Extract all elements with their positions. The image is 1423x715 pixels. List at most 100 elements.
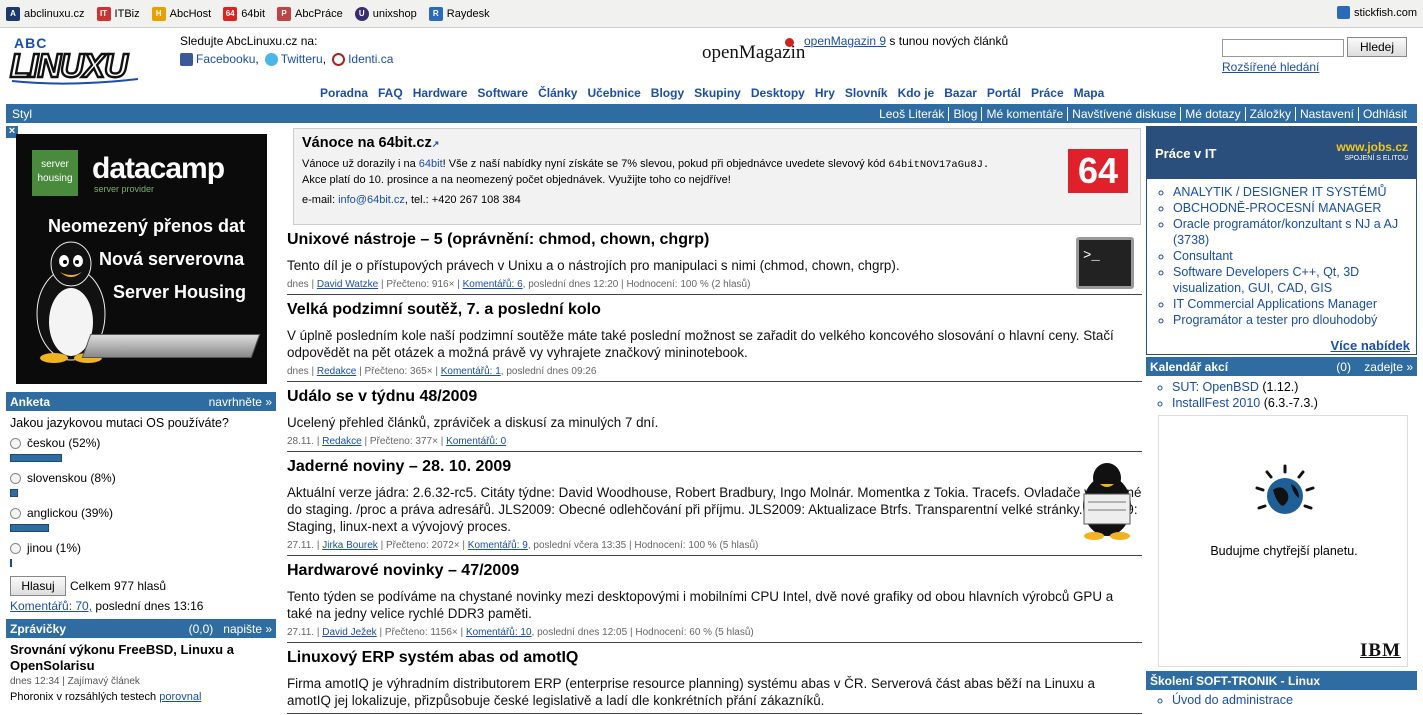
nav-item[interactable]: Bazar (944, 86, 977, 103)
vote-button[interactable]: Hlasuj (10, 576, 66, 596)
user-links: Leoš Literák Blog Mé komentáře Navštívené d… (875, 106, 1411, 121)
article-title[interactable]: Událo se v týdnu 48/2009 (287, 388, 1142, 406)
author-link[interactable]: Redakce (317, 366, 356, 377)
news-item-link[interactable]: porovnal (159, 691, 201, 703)
comments-link[interactable]: Komentářů: 6 (463, 279, 523, 290)
64bit-logo[interactable]: 64 (1068, 149, 1128, 193)
facebook-link[interactable]: Facebooku (196, 52, 255, 66)
nav-item[interactable]: Hardware (413, 86, 468, 103)
comments-link[interactable]: Komentářů: 0 (446, 436, 506, 447)
comments-link[interactable]: Komentářů: 1 (441, 366, 501, 377)
nav-item[interactable]: Skupiny (694, 86, 741, 103)
radio-button[interactable] (10, 472, 21, 484)
site-header: ABC LINUXU Sledujte AbcLinuxu.cz na: Fac… (0, 29, 1423, 87)
ibm-ad[interactable]: Budujme chytřejší planetu. IBM (1158, 415, 1408, 667)
promo-email-link[interactable]: info@64bit.cz (338, 194, 405, 206)
nav-item[interactable]: Články (538, 86, 577, 103)
bookmark[interactable]: R Raydesk (428, 6, 490, 21)
poll-option: anglickou (39%) (10, 506, 272, 532)
bookmark[interactable]: P AbcPráce (277, 6, 343, 21)
user-link[interactable]: Nastavení (1294, 106, 1358, 121)
advanced-search-link[interactable]: Rozšířené hledání (1222, 60, 1319, 74)
training-item[interactable]: Úvod do administrace (1172, 693, 1293, 707)
user-link[interactable]: Leoš Literák (875, 107, 948, 121)
stickfish-icon (1337, 6, 1351, 19)
calendar-add-link[interactable]: zadejte » (1364, 360, 1413, 374)
job-item[interactable]: ANALYTIK / DESIGNER IT SYSTÉMŮ (1173, 184, 1416, 200)
comments-link[interactable]: Komentářů: 9 (468, 540, 528, 551)
news-item-title[interactable]: Srovnání výkonu FreeBSD, Linuxu a OpenSo… (10, 642, 272, 674)
openmagazin-link[interactable]: openMagazin 9 (804, 34, 886, 48)
nav-item[interactable]: FAQ (378, 86, 403, 103)
twitter-link[interactable]: Twitteru (281, 52, 323, 66)
news-write-link[interactable]: napište » (223, 622, 272, 636)
article-title[interactable]: Jaderné noviny – 28. 10. 2009 (287, 458, 1142, 476)
comments-link[interactable]: Komentářů: 10 (466, 627, 532, 638)
bookmark[interactable]: Aabclinuxu.cz (6, 6, 85, 21)
poll-option-label: slovenskou (8%) (27, 471, 116, 485)
datacamp-brand-sub: server provider (94, 184, 155, 194)
promo-title[interactable]: Vánoce na 64bit.cz↗ (302, 135, 1132, 151)
article-perex: Ucelený přehled článků, zpráviček a disk… (287, 415, 659, 430)
poll-suggest-link[interactable]: navrhněte » (209, 395, 272, 409)
abclinuxu-logo[interactable]: ABC LINUXU (8, 33, 142, 85)
more-jobs-link[interactable]: Více nabídek (1331, 338, 1410, 353)
bookmark[interactable]: IT ITBiz (96, 6, 140, 21)
article-title[interactable]: Velká podzimní soutěž, 7. a poslední kol… (287, 301, 1142, 319)
nav-item[interactable]: Software (477, 86, 528, 103)
job-item[interactable]: Consultant (1173, 248, 1416, 264)
datacamp-ad[interactable]: × server housing datacamp server provide… (6, 126, 276, 388)
jobs-logo[interactable]: www.jobs.cz SPOJENÍ S ELITOU (1336, 141, 1408, 164)
article-title[interactable]: Unixové nástroje – 5 (oprávnění: chmod, … (287, 231, 1072, 249)
user-link[interactable]: Blog (948, 106, 981, 121)
radio-button[interactable] (10, 507, 21, 519)
user-link[interactable]: Záložky (1244, 106, 1295, 121)
nav-item[interactable]: Portál (987, 86, 1021, 103)
user-link[interactable]: Odhlásit (1357, 106, 1411, 121)
article: Linuxový ERP systém abas od amotIQ Firma … (287, 649, 1142, 714)
user-link[interactable]: Mé dotazy (1180, 106, 1244, 121)
event-link[interactable]: SUT: OpenBSD (1172, 380, 1259, 394)
nav-item[interactable]: Kdo je (898, 86, 935, 103)
bookmark[interactable]: 64 64bit (223, 6, 265, 21)
nav-item[interactable]: Hry (815, 86, 835, 103)
radio-button[interactable] (10, 437, 21, 449)
globe-icon (1255, 464, 1315, 514)
style-link[interactable]: Styl (12, 107, 32, 121)
bookmark[interactable]: H AbcHost (151, 6, 211, 21)
bookmark-right[interactable]: stickfish.com (1337, 6, 1417, 19)
user-link[interactable]: Navštívené diskuse (1067, 106, 1180, 121)
job-item[interactable]: OBCHODNĚ-PROCESNÍ MANAGER (1173, 200, 1416, 216)
author-link[interactable]: David Ježek (322, 627, 376, 638)
job-item[interactable]: Programátor a tester pro dlouhodobý (1173, 312, 1416, 328)
article-title[interactable]: Hardwarové novinky – 47/2009 (287, 562, 1142, 580)
nav-item[interactable]: Práce (1031, 86, 1064, 103)
author-link[interactable]: Redakce (322, 436, 361, 447)
job-item[interactable]: Software Developers C++, Qt, 3D visualiz… (1173, 264, 1416, 296)
openmagazin-badge-icon (785, 38, 794, 47)
user-link[interactable]: Mé komentáře (981, 106, 1067, 121)
poll-options: českou (52%) slovenskou (8%) anglickou (39… (6, 436, 276, 567)
nav-item[interactable]: Poradna (320, 86, 368, 103)
article-title[interactable]: Linuxový ERP systém abas od amotIQ (287, 649, 1142, 667)
promo-64bit-link[interactable]: 64bit (419, 158, 443, 170)
nav-item[interactable]: Desktopy (751, 86, 805, 103)
nav-item[interactable]: Učebnice (587, 86, 640, 103)
search-input[interactable] (1222, 39, 1344, 57)
article: Velká podzimní soutěž, 7. a poslední kol… (287, 301, 1142, 382)
news-box: Zprávičky (0,0) napište » Srovnání výkonu… (6, 619, 276, 703)
bookmark[interactable]: Uunixshop (354, 6, 417, 21)
event-link[interactable]: InstallFest 2010 (1172, 396, 1260, 410)
job-item[interactable]: IT Commercial Applications Manager (1173, 296, 1416, 312)
nav-item[interactable]: Slovník (845, 86, 888, 103)
nav-item[interactable]: Blogy (651, 86, 684, 103)
nav-item[interactable]: Mapa (1074, 86, 1105, 103)
radio-button[interactable] (10, 542, 21, 554)
identica-link[interactable]: Identi.ca (348, 52, 393, 66)
poll-comments-link[interactable]: Komentářů: 70, (10, 599, 92, 613)
author-link[interactable]: David Watzke (317, 279, 378, 290)
job-item[interactable]: Oracle programátor/konzultant s NJ a AJ … (1173, 216, 1416, 248)
search-button[interactable]: Hledej (1347, 37, 1407, 57)
author-link[interactable]: Jirka Bourek (322, 540, 378, 551)
article-meta: dnes | Redakce | Přečteno: 365× | Koment… (287, 366, 597, 377)
